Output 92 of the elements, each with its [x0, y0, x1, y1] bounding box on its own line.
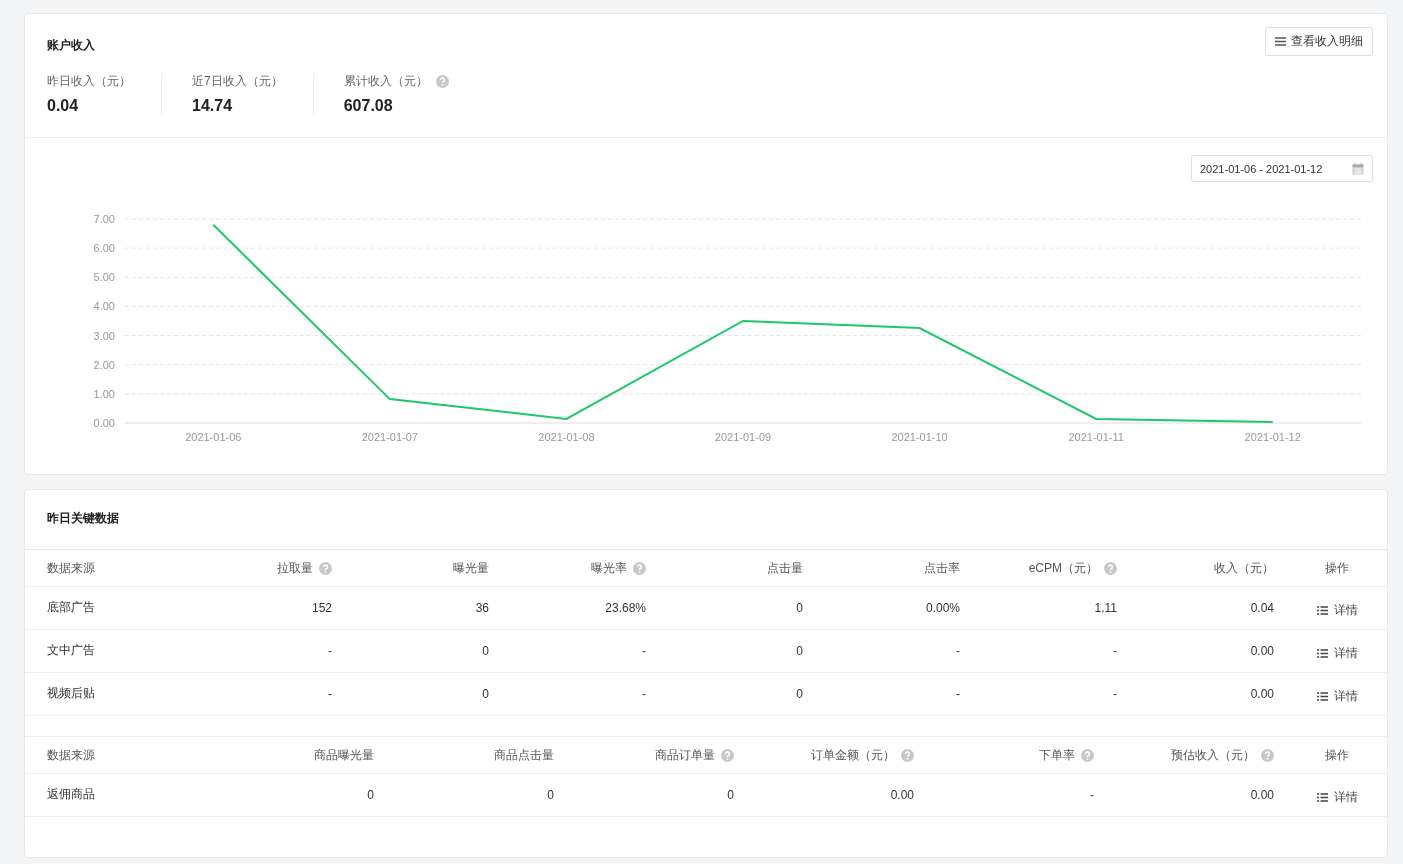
table-cell: -	[642, 644, 646, 658]
help-icon[interactable]	[721, 748, 734, 762]
y-axis-label: 6.00	[93, 242, 115, 255]
detail-link[interactable]: 详情	[1316, 687, 1358, 705]
column-header: 收入（元）	[1214, 559, 1274, 577]
table-cell: 0.00	[1250, 644, 1274, 658]
table-cell: 底部广告	[47, 599, 95, 616]
stat-label: 累计收入（元）	[343, 73, 428, 90]
table-cell: -	[328, 687, 332, 701]
detail-link[interactable]: 详情	[1316, 601, 1358, 619]
help-icon[interactable]	[435, 75, 449, 88]
table-cell: 0	[796, 644, 803, 658]
table-cell: -	[328, 644, 332, 658]
detail-link[interactable]: 详情	[1316, 788, 1358, 806]
column-header: 曝光量	[453, 559, 489, 577]
column-header: 点击率	[924, 559, 960, 577]
list-icon	[1316, 648, 1328, 658]
table-cell: 0.04	[1250, 601, 1274, 615]
column-header: 拉取量	[277, 559, 313, 577]
list-icon	[1316, 691, 1328, 701]
table-cell: 23.68%	[605, 601, 646, 615]
column-header: 预估收入（元）	[1171, 746, 1255, 764]
table-cell: 0.00%	[925, 601, 960, 615]
y-axis-label: 4.00	[93, 300, 115, 313]
table-cell: -	[642, 687, 646, 701]
column-header: 商品点击量	[494, 746, 554, 764]
x-axis-label: 2021-01-07	[361, 431, 418, 443]
table-cell: 0	[367, 788, 374, 802]
x-axis-label: 2021-01-11	[1068, 431, 1124, 443]
table-cell: 0	[796, 601, 803, 615]
table-cell: 视频后贴	[47, 685, 95, 702]
help-icon[interactable]	[633, 561, 646, 575]
menu-icon	[1275, 37, 1286, 46]
list-icon	[1316, 792, 1328, 802]
x-axis-label: 2021-01-09	[714, 431, 772, 443]
y-axis-label: 1.00	[93, 387, 115, 400]
y-axis-label: 3.00	[93, 329, 115, 342]
y-axis-label: 5.00	[93, 271, 115, 284]
table-cell: 0.00	[1250, 788, 1274, 802]
table-cell: -	[1090, 788, 1094, 802]
table-cell: 0.00	[890, 788, 914, 802]
help-icon[interactable]	[1081, 748, 1094, 762]
section-title: 账户收入	[47, 36, 95, 54]
table-cell: -	[1113, 687, 1117, 701]
column-header: 数据来源	[47, 559, 95, 577]
column-header: 订单金额（元）	[811, 746, 895, 764]
table-cell: -	[1113, 644, 1117, 658]
x-axis-label: 2021-01-12	[1244, 431, 1301, 443]
help-icon[interactable]	[319, 561, 332, 575]
table-cell: 36	[475, 601, 489, 615]
table-cell: 0	[482, 687, 489, 701]
stat-value: 14.74	[192, 97, 234, 115]
column-header: 操作	[1325, 559, 1349, 577]
y-axis-label: 2.00	[93, 358, 115, 371]
stat-value: 0.04	[47, 97, 80, 115]
date-range-field[interactable]: 2021-01-06 - 2021-01-12	[1191, 155, 1373, 182]
column-header: 下单率	[1039, 746, 1075, 764]
stat-label: 昨日收入（元）	[47, 73, 131, 90]
x-axis-label: 2021-01-08	[538, 431, 595, 443]
calendar-icon	[1352, 162, 1364, 175]
y-axis-label: 0.00	[93, 417, 115, 429]
stat-value: 607.08	[343, 97, 394, 115]
table-cell: 0	[727, 788, 734, 802]
table-cell: 文中广告	[47, 642, 95, 659]
column-header: 操作	[1325, 746, 1349, 764]
x-axis-label: 2021-01-10	[891, 431, 948, 443]
detail-link[interactable]: 详情	[1316, 644, 1358, 662]
table-cell: -	[956, 687, 960, 701]
income-detail-button[interactable]: 查看收入明细	[1265, 27, 1373, 56]
table-cell: 0	[482, 644, 489, 658]
table-cell: 152	[311, 601, 332, 615]
x-axis-label: 2021-01-06	[185, 431, 242, 443]
column-header: 曝光率	[591, 559, 627, 577]
help-icon[interactable]	[901, 748, 914, 762]
table-cell: -	[956, 644, 960, 658]
table-cell: 1.11	[1094, 601, 1117, 615]
table-cell: 0	[547, 788, 554, 802]
help-icon[interactable]	[1261, 748, 1274, 762]
column-header: eCPM（元）	[1028, 559, 1098, 577]
table-cell: 0	[796, 687, 803, 701]
section-title: 昨日关键数据	[25, 490, 1387, 550]
table-cell: 返佣商品	[47, 786, 95, 803]
table-cell: 0.00	[1250, 687, 1274, 701]
column-header: 商品订单量	[655, 746, 715, 764]
list-icon	[1316, 605, 1328, 615]
column-header: 商品曝光量	[314, 746, 374, 764]
stat-label: 近7日收入（元）	[192, 73, 283, 90]
help-icon[interactable]	[1104, 561, 1117, 575]
date-range-text: 2021-01-06 - 2021-01-12	[1200, 162, 1323, 175]
y-axis-label: 7.00	[93, 213, 115, 225]
column-header: 数据来源	[47, 746, 95, 764]
column-header: 点击量	[767, 559, 803, 577]
